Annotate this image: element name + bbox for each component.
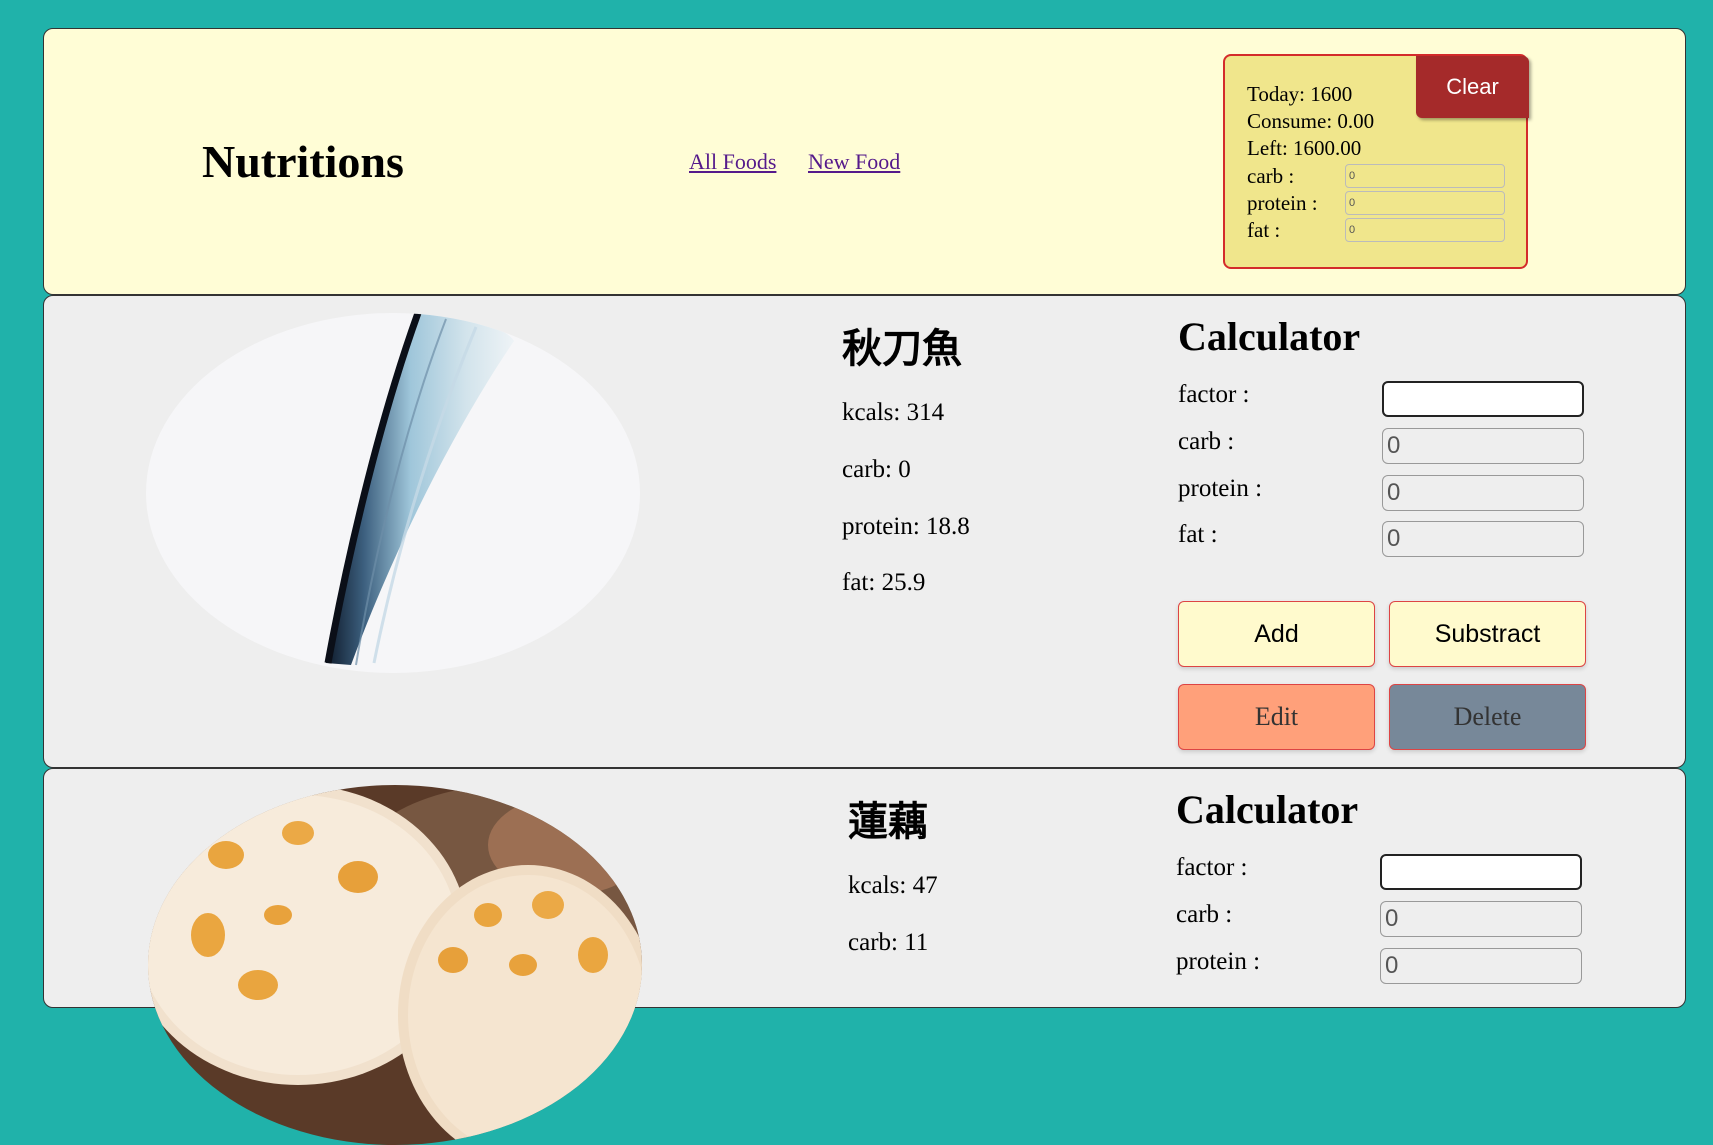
- calc-carb-input[interactable]: [1382, 428, 1584, 464]
- consume-kcals: Consume: 0.00: [1247, 109, 1375, 133]
- nav-new-food-link[interactable]: New Food: [808, 149, 900, 175]
- left-kcals: Left: 1600.00: [1247, 136, 1362, 160]
- food-name: 秋刀魚: [842, 326, 962, 371]
- calc-carb-input[interactable]: [1380, 901, 1582, 937]
- tracker-fat-label: fat :: [1247, 218, 1281, 242]
- tracker-protein-input[interactable]: [1345, 191, 1505, 215]
- edit-button[interactable]: Edit: [1178, 684, 1375, 750]
- clear-button[interactable]: Clear: [1416, 56, 1529, 118]
- today-kcals: Today: 1600: [1247, 82, 1353, 106]
- calc-protein-label: protein :: [1178, 475, 1263, 502]
- food-kcals: kcals: 47: [848, 872, 938, 899]
- food-image: [146, 313, 640, 673]
- food-fat: fat: 25.9: [842, 569, 926, 596]
- calc-factor-label: factor :: [1176, 854, 1248, 881]
- factor-input[interactable]: [1382, 381, 1584, 417]
- food-carb: carb: 0: [842, 456, 911, 483]
- food-carb: carb: 11: [848, 929, 929, 956]
- site-title: Nutritions: [202, 136, 404, 187]
- calc-fat-label: fat :: [1178, 521, 1218, 548]
- calc-carb-label: carb :: [1178, 428, 1235, 455]
- food-image: [148, 785, 642, 1145]
- tracker-carb-input[interactable]: [1345, 164, 1505, 188]
- calc-protein-input[interactable]: [1382, 475, 1584, 511]
- food-card: 秋刀魚 kcals: 314 carb: 0 protein: 18.8 fat…: [43, 295, 1686, 768]
- food-kcals: kcals: 314: [842, 399, 945, 426]
- calculator-title: Calculator: [1178, 314, 1361, 359]
- subtract-button[interactable]: Substract: [1389, 601, 1586, 667]
- calc-carb-label: carb :: [1176, 901, 1233, 928]
- food-name: 蓮藕: [848, 799, 928, 844]
- tracker-protein-label: protein :: [1247, 191, 1318, 215]
- delete-button[interactable]: Delete: [1389, 684, 1586, 750]
- tracker-carb-label: carb :: [1247, 164, 1295, 188]
- add-button[interactable]: Add: [1178, 601, 1375, 667]
- calc-protein-input[interactable]: [1380, 948, 1582, 984]
- calculator-title: Calculator: [1176, 787, 1359, 832]
- header: Nutritions All Foods New Food Today: 160…: [43, 28, 1686, 295]
- factor-input[interactable]: [1380, 854, 1582, 890]
- food-protein: protein: 18.8: [842, 513, 970, 540]
- calc-factor-label: factor :: [1178, 381, 1250, 408]
- daily-tracker: Today: 1600 Consume: 0.00 Left: 1600.00 …: [1223, 54, 1529, 269]
- calc-fat-input[interactable]: [1382, 521, 1584, 557]
- tracker-fat-input[interactable]: [1345, 218, 1505, 242]
- food-card: 蓮藕 kcals: 47 carb: 11 Calculator factor …: [43, 768, 1686, 1145]
- nav-all-foods-link[interactable]: All Foods: [689, 149, 776, 175]
